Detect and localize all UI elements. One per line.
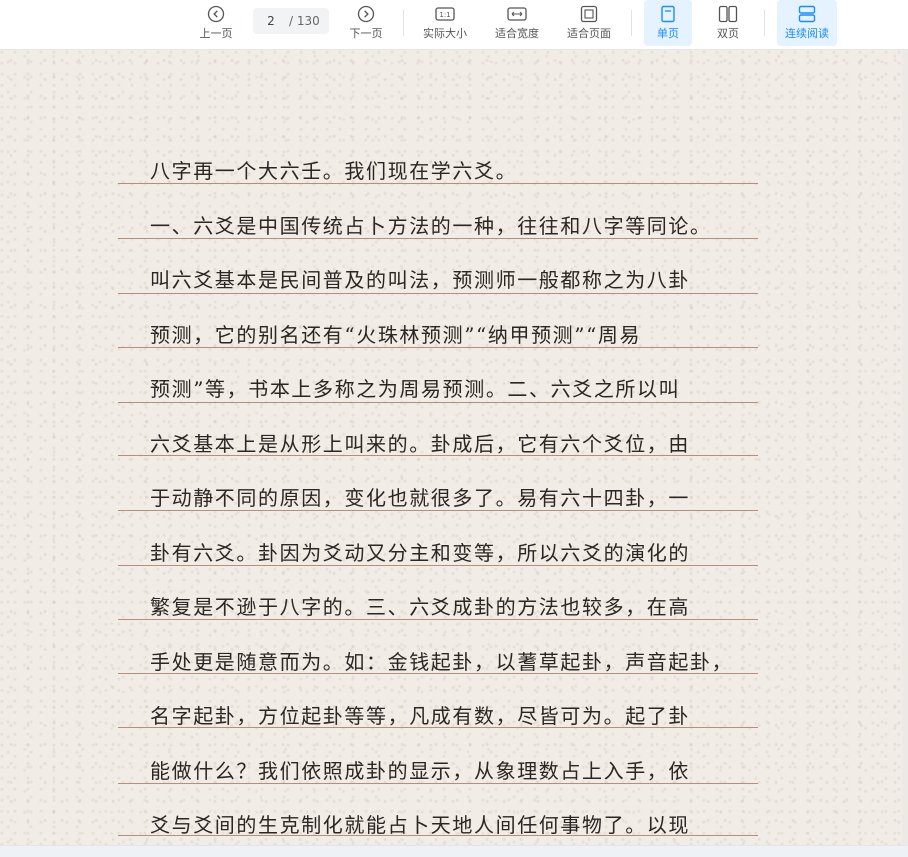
continuous-reading-icon [796,4,818,24]
single-page-label: 单页 [657,27,679,40]
ruled-line [118,510,758,511]
fit-page-label: 适合页面 [567,27,611,40]
toolbar-divider [631,10,632,36]
text-line: 六爻基本上是从形上叫来的。卦成后，它有六个爻位，由 [150,432,690,456]
chevron-right-circle-icon [355,4,377,24]
double-page-icon [717,4,739,24]
fit-page-icon [578,4,600,24]
ruled-line [118,835,758,836]
text-line: 卦有六爻。卦因为爻动又分主和变等，所以六爻的演化的 [150,541,690,565]
toolbar-divider [403,10,404,36]
ruled-line [118,783,758,784]
viewer-toolbar: 上一页 2 / 130 下一页 1:1 实际大小 适合宽度 适合页面 单页 双页… [0,0,908,50]
ruled-line [118,455,758,456]
prev-page-label: 上一页 [199,27,233,40]
text-line: 繁复是不逊于八字的。三、六爻成卦的方法也较多，在高 [150,595,690,619]
next-page-label: 下一页 [349,27,383,40]
ruled-line [118,673,758,674]
text-line: 手处更是随意而为。如：金钱起卦，以蓍草起卦，声音起卦， [150,650,734,674]
bottom-status-bar [0,845,908,857]
ruled-line [118,238,758,239]
ruled-line [118,347,758,348]
continuous-reading-button[interactable]: 连续阅读 [777,0,837,46]
text-line: 八字再一个大六壬。我们现在学六爻。 [150,159,518,183]
double-page-button[interactable]: 双页 [704,0,752,46]
actual-size-label: 实际大小 [423,27,467,40]
single-page-button[interactable]: 单页 [644,0,692,46]
double-page-label: 双页 [717,27,739,40]
page-number-field[interactable]: 2 / 130 [253,8,329,34]
fit-width-button[interactable]: 适合宽度 [488,0,546,46]
total-pages: / 130 [289,14,320,28]
fit-width-icon [506,4,528,24]
vertical-scrollbar[interactable] [902,50,908,845]
ruled-line [118,727,758,728]
ruled-line [118,402,758,403]
text-line: 预测，它的别名还有“火珠林预测”“纳甲预测”“周易 [150,323,642,347]
prev-page-button[interactable]: 上一页 [193,0,239,46]
actual-size-button[interactable]: 1:1 实际大小 [416,0,474,46]
document-page: 八字再一个大六壬。我们现在学六爻。 一、六爻是中国传统占卜方法的一种，往往和八字… [0,50,908,845]
continuous-reading-label: 连续阅读 [785,27,829,40]
text-line: 于动静不同的原因，变化也就很多了。易有六十四卦，一 [150,486,690,510]
text-line: 名字起卦，方位起卦等等，凡成有数，尽皆可为。起了卦 [150,704,690,728]
single-page-icon [657,4,679,24]
toolbar-divider [764,10,765,36]
fit-page-button[interactable]: 适合页面 [560,0,618,46]
document-viewer[interactable]: 八字再一个大六壬。我们现在学六爻。 一、六爻是中国传统占卜方法的一种，往往和八字… [0,50,908,845]
text-line: 预测”等，书本上多称之为周易预测。二、六爻之所以叫 [150,377,681,401]
text-line: 能做什么？我们依照成卦的显示，从象理数占上入手，依 [150,759,690,783]
text-line: 一、六爻是中国传统占卜方法的一种，往往和八字等同论。 [150,214,712,238]
text-line: 爻与爻间的生克制化就能占卜天地人间任何事物了。以现 [150,813,690,837]
ruled-line [118,183,758,184]
svg-text:1:1: 1:1 [439,11,450,19]
ruled-line [118,619,758,620]
current-page-input[interactable]: 2 [253,14,289,28]
fit-width-label: 适合宽度 [495,27,539,40]
ruled-line [118,565,758,566]
ruled-line [118,293,758,294]
next-page-button[interactable]: 下一页 [343,0,389,46]
chevron-left-circle-icon [205,4,227,24]
text-line: 叫六爻基本是民间普及的叫法，预测师一般都称之为八卦 [150,268,690,292]
actual-size-icon: 1:1 [434,4,456,24]
